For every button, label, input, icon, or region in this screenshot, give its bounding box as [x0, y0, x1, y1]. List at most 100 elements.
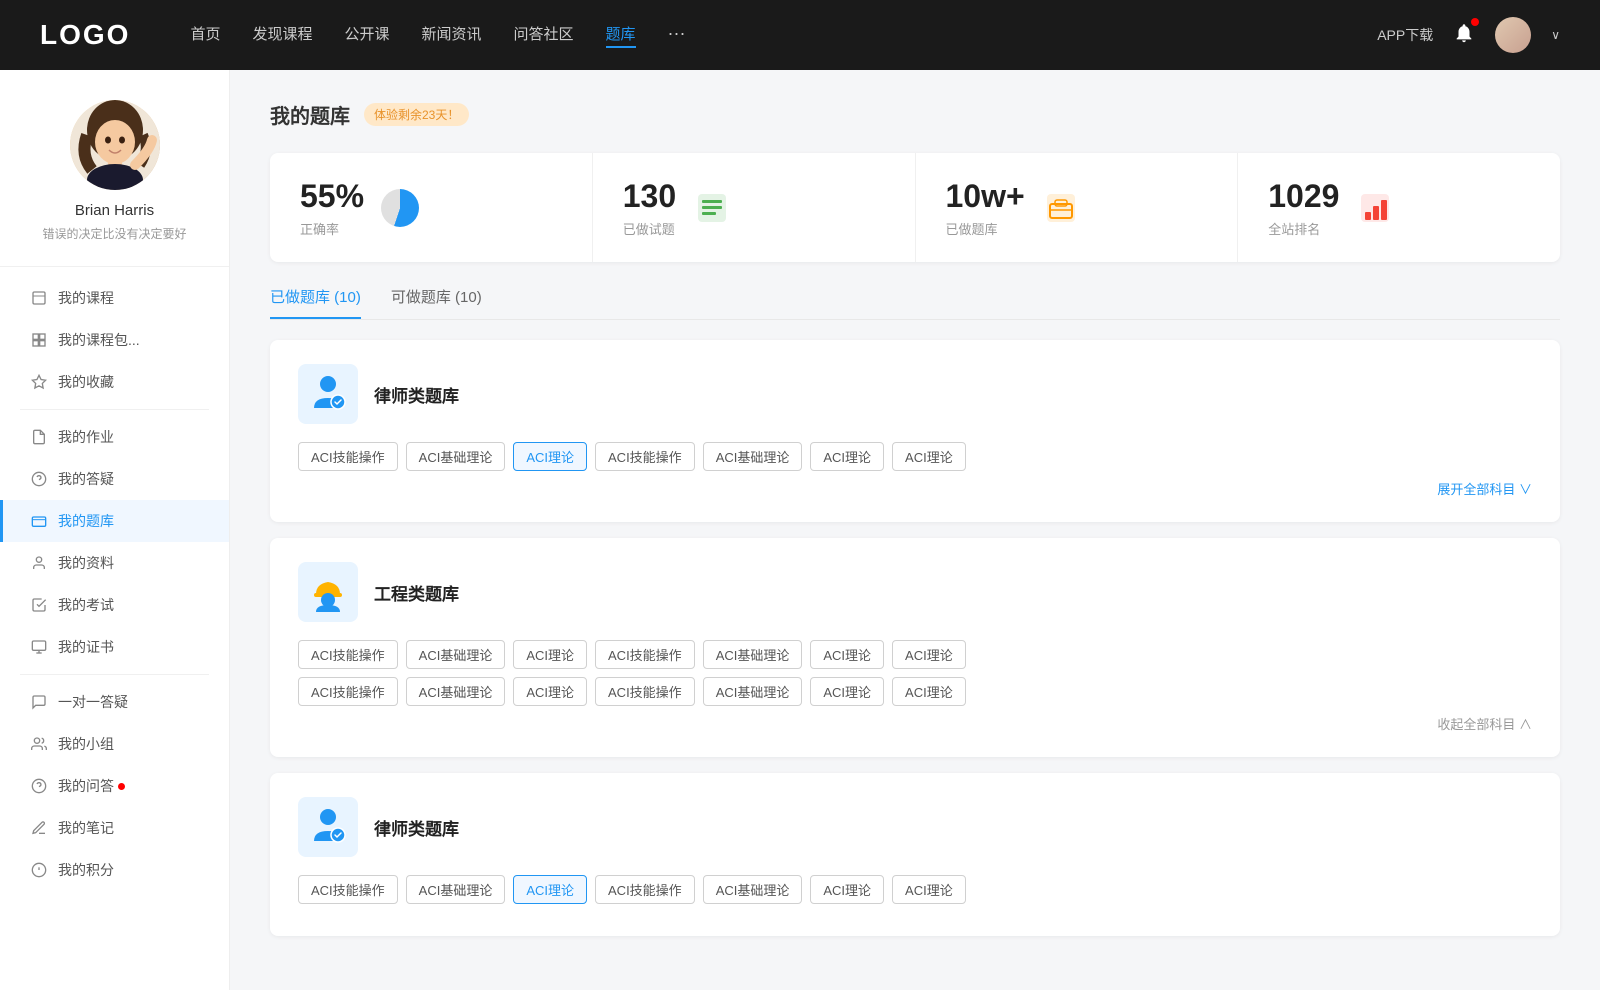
tag-lawyer2-4[interactable]: ACI基础理论: [703, 875, 803, 904]
rank-chart-icon: [1357, 190, 1393, 226]
questions-done-icon: [694, 190, 730, 226]
tag-lawyer1-0[interactable]: ACI技能操作: [298, 442, 398, 471]
sidebar-item-my-group[interactable]: 我的小组: [0, 723, 229, 765]
tag-eng-5[interactable]: ACI理论: [810, 640, 884, 669]
tag-eng-0[interactable]: ACI技能操作: [298, 640, 398, 669]
sidebar-item-my-points[interactable]: 我的积分: [0, 849, 229, 891]
tag-lawyer2-2[interactable]: ACI理论: [513, 875, 587, 904]
banks-icon: [1041, 188, 1081, 228]
navbar-logo[interactable]: LOGO: [40, 19, 130, 51]
main-content: 我的题库 体验剩余23天！ 55% 正确率 130 已做试题: [230, 70, 1600, 990]
stat-questions-value: 130: [623, 177, 676, 215]
page-title: 我的题库: [270, 100, 350, 129]
collapse-engineer[interactable]: 收起全部科目 ∧: [298, 714, 1532, 733]
nav-open-course[interactable]: 公开课: [344, 23, 389, 48]
tag-eng-4[interactable]: ACI基础理论: [703, 640, 803, 669]
rank-icon: [1355, 188, 1395, 228]
bank-title-lawyer-2: 律师类题库: [374, 815, 459, 840]
sidebar-username: Brian Harris: [75, 202, 154, 219]
expand-lawyer-1[interactable]: 展开全部科目 ∨: [298, 479, 1532, 498]
profile-icon: [30, 554, 48, 572]
tag-lawyer1-3[interactable]: ACI技能操作: [595, 442, 695, 471]
stat-accuracy-value: 55%: [300, 177, 364, 215]
one-on-one-icon: [30, 693, 48, 711]
tags-row-engineer-1: ACI技能操作 ACI基础理论 ACI理论 ACI技能操作 ACI基础理论 AC…: [298, 640, 1532, 669]
exam-icon: [30, 596, 48, 614]
sidebar-item-my-notes[interactable]: 我的笔记: [0, 807, 229, 849]
homework-icon: [30, 428, 48, 446]
tags-row-engineer-2: ACI技能操作 ACI基础理论 ACI理论 ACI技能操作 ACI基础理论 AC…: [298, 677, 1532, 706]
bell-button[interactable]: [1453, 22, 1475, 49]
stat-rank: 1029 全站排名: [1238, 153, 1560, 262]
avatar-dropdown-arrow[interactable]: ∨: [1551, 28, 1560, 42]
tag-eng-extra-4[interactable]: ACI基础理论: [703, 677, 803, 706]
course-pack-icon: [30, 331, 48, 349]
tab-available-banks[interactable]: 可做题库 (10): [391, 286, 482, 319]
sidebar-item-one-on-one-label: 一对一答疑: [58, 692, 128, 712]
sidebar-divider-1: [20, 409, 209, 410]
tag-lawyer2-1[interactable]: ACI基础理论: [406, 875, 506, 904]
tag-eng-extra-2[interactable]: ACI理论: [513, 677, 587, 706]
sidebar-item-points-label: 我的积分: [58, 860, 114, 880]
tag-eng-3[interactable]: ACI技能操作: [595, 640, 695, 669]
nav-discover[interactable]: 发现课程: [252, 23, 312, 48]
sidebar-item-my-exam[interactable]: 我的考试: [0, 584, 229, 626]
tag-eng-extra-5[interactable]: ACI理论: [810, 677, 884, 706]
tab-done-banks[interactable]: 已做题库 (10): [270, 286, 361, 319]
sidebar-item-qa-label: 我的答疑: [58, 469, 114, 489]
tag-lawyer1-6[interactable]: ACI理论: [892, 442, 966, 471]
sidebar-item-my-questions[interactable]: 我的问答: [0, 765, 229, 807]
sidebar-item-collection-label: 我的收藏: [58, 372, 114, 392]
question-icon: [30, 777, 48, 795]
sidebar-item-course-pack-label: 我的课程包...: [58, 330, 140, 350]
sidebar-item-my-cert[interactable]: 我的证书: [0, 626, 229, 668]
tag-lawyer2-3[interactable]: ACI技能操作: [595, 875, 695, 904]
sidebar-item-my-qa[interactable]: 我的答疑: [0, 458, 229, 500]
tag-eng-extra-1[interactable]: ACI基础理论: [406, 677, 506, 706]
lawyer-bank-icon-1: [298, 364, 358, 424]
nav-more[interactable]: ···: [668, 23, 686, 48]
stat-banks-value: 10w+: [946, 177, 1025, 215]
bank-section-lawyer-2: 律师类题库 ACI技能操作 ACI基础理论 ACI理论 ACI技能操作 ACI基…: [270, 773, 1560, 936]
user-avatar[interactable]: [1495, 17, 1531, 53]
banks-done-icon: [1043, 190, 1079, 226]
sidebar: Brian Harris 错误的决定比没有决定要好 我的课程 我的课程包...: [0, 70, 230, 990]
sidebar-item-my-bank[interactable]: 我的题库: [0, 500, 229, 542]
tag-eng-extra-6[interactable]: ACI理论: [892, 677, 966, 706]
tag-eng-2[interactable]: ACI理论: [513, 640, 587, 669]
sidebar-item-my-homework[interactable]: 我的作业: [0, 416, 229, 458]
sidebar-divider-2: [20, 674, 209, 675]
tag-eng-extra-3[interactable]: ACI技能操作: [595, 677, 695, 706]
lawyer-person-icon-2: [306, 805, 350, 849]
stat-questions-done: 130 已做试题: [593, 153, 916, 262]
engineer-bank-icon: [298, 562, 358, 622]
sidebar-item-my-profile[interactable]: 我的资料: [0, 542, 229, 584]
sidebar-profile: Brian Harris 错误的决定比没有决定要好: [0, 100, 229, 267]
tag-lawyer2-5[interactable]: ACI理论: [810, 875, 884, 904]
tag-lawyer1-2[interactable]: ACI理论: [513, 442, 587, 471]
nav-news[interactable]: 新闻资讯: [422, 23, 482, 48]
navbar-nav: 首页 发现课程 公开课 新闻资讯 问答社区 题库 ···: [190, 23, 1377, 48]
tag-lawyer2-6[interactable]: ACI理论: [892, 875, 966, 904]
tag-lawyer1-5[interactable]: ACI理论: [810, 442, 884, 471]
sidebar-item-bank-label: 我的题库: [58, 511, 114, 531]
tag-eng-1[interactable]: ACI基础理论: [406, 640, 506, 669]
navbar: LOGO 首页 发现课程 公开课 新闻资讯 问答社区 题库 ··· APP下载 …: [0, 0, 1600, 70]
app-download-link[interactable]: APP下载: [1377, 25, 1433, 45]
star-icon: [30, 373, 48, 391]
sidebar-item-my-course[interactable]: 我的课程: [0, 277, 229, 319]
tag-eng-extra-0[interactable]: ACI技能操作: [298, 677, 398, 706]
sidebar-item-my-collection[interactable]: 我的收藏: [0, 361, 229, 403]
stat-rank-label: 全站排名: [1268, 219, 1339, 238]
nav-home[interactable]: 首页: [190, 23, 220, 48]
sidebar-item-my-course-pack[interactable]: 我的课程包...: [0, 319, 229, 361]
tag-lawyer1-1[interactable]: ACI基础理论: [406, 442, 506, 471]
nav-bank[interactable]: 题库: [606, 23, 636, 48]
points-icon: [30, 861, 48, 879]
nav-qa[interactable]: 问答社区: [514, 23, 574, 48]
sidebar-item-one-on-one[interactable]: 一对一答疑: [0, 681, 229, 723]
tag-lawyer2-0[interactable]: ACI技能操作: [298, 875, 398, 904]
cert-icon: [30, 638, 48, 656]
tag-lawyer1-4[interactable]: ACI基础理论: [703, 442, 803, 471]
tag-eng-6[interactable]: ACI理论: [892, 640, 966, 669]
